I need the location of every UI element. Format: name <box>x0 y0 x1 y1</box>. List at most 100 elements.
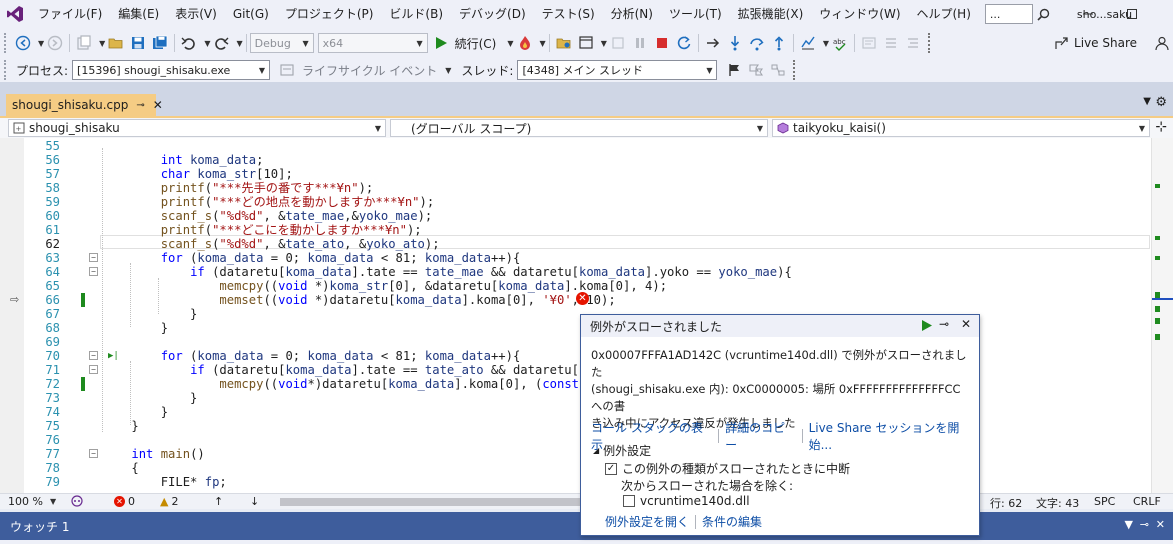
undo-icon[interactable] <box>178 32 200 54</box>
code-line[interactable]: 60 scanf_s("%d%d", &tate_mae,&yoko_mae); <box>0 209 1150 223</box>
spell-check-icon[interactable]: abc <box>829 32 851 54</box>
code-line[interactable]: 55 <box>0 139 1150 153</box>
line-ending-indicator[interactable]: CRLF <box>1133 495 1161 508</box>
pin-icon[interactable]: ⊸ <box>939 317 949 331</box>
zoom-select[interactable]: 100 % ▼ <box>8 495 56 508</box>
forward-icon[interactable] <box>44 32 66 54</box>
continue-play-icon[interactable] <box>921 319 933 332</box>
toolbar-grip[interactable] <box>4 60 12 80</box>
collapse-region-icon[interactable]: − <box>89 267 98 276</box>
toolbar-overflow-icon[interactable] <box>928 33 936 53</box>
menu-item[interactable]: Git(G) <box>225 0 277 28</box>
redo-dropdown-icon[interactable]: ▼ <box>236 39 242 48</box>
stop-debugging-icon[interactable] <box>651 32 673 54</box>
save-icon[interactable] <box>127 32 149 54</box>
panel-dropdown-icon[interactable]: ▼ <box>1125 518 1133 531</box>
code-line[interactable]: 65 memcpy((void *)koma_str[0], &dataretu… <box>0 279 1150 293</box>
lifecycle-events-label[interactable]: ライフサイクル イベント <box>298 62 441 79</box>
pin-icon[interactable]: ⊸ <box>136 100 144 111</box>
collapse-region-icon[interactable]: − <box>89 351 98 360</box>
back-icon[interactable] <box>12 32 34 54</box>
platform-select[interactable]: x64 ▼ <box>317 33 428 53</box>
next-issue-icon[interactable]: ↓ <box>250 495 259 508</box>
previous-issue-icon[interactable]: ↑ <box>214 495 223 508</box>
thread-select[interactable]: [4348] メイン スレッド ▼ <box>517 60 718 80</box>
menu-item[interactable]: 拡張機能(X) <box>730 0 812 28</box>
menu-item[interactable]: ファイル(F) <box>30 0 110 28</box>
menu-item[interactable]: ビルド(B) <box>381 0 451 28</box>
copy-details-link[interactable]: 詳細のコピー <box>725 419 795 453</box>
account-icon[interactable] <box>1151 32 1173 54</box>
minimize-icon[interactable] <box>1078 4 1098 24</box>
menu-item[interactable]: 編集(E) <box>110 0 167 28</box>
show-next-statement-icon[interactable] <box>702 32 724 54</box>
open-folder-icon[interactable] <box>105 32 127 54</box>
open-exception-settings-link[interactable]: 例外設定を開く <box>605 513 689 530</box>
menu-item[interactable]: ウィンドウ(W) <box>811 0 908 28</box>
toggle-breakpoint-icon[interactable] <box>858 32 880 54</box>
lifecycle-events-icon[interactable] <box>276 59 298 81</box>
close-panel-icon[interactable]: ✕ <box>1156 518 1165 531</box>
maximize-icon[interactable] <box>1122 4 1142 24</box>
gear-icon[interactable]: ⚙ <box>1155 95 1167 110</box>
except-module-checkbox[interactable] <box>623 495 635 507</box>
column-indicator[interactable]: 文字: 43 <box>1036 495 1079 511</box>
edit-conditions-link[interactable]: 条件の編集 <box>702 513 762 530</box>
menu-item[interactable]: デバッグ(D) <box>451 0 534 28</box>
show-flagged-threads-icon[interactable] <box>745 59 767 81</box>
collapse-region-icon[interactable]: − <box>89 253 98 262</box>
menu-item[interactable]: テスト(S) <box>534 0 603 28</box>
close-icon[interactable]: ✕ <box>961 317 971 331</box>
save-all-icon[interactable] <box>149 32 171 54</box>
code-line[interactable]: 59 printf("***どの地点を動かしますか***¥n"); <box>0 195 1150 209</box>
code-line[interactable]: 66 memset((void *)dataretu[koma_data].ko… <box>0 293 1150 307</box>
line-indicator[interactable]: 行: 62 <box>990 495 1022 511</box>
menu-item[interactable]: 分析(N) <box>603 0 661 28</box>
tab-shougi-shisaku-cpp[interactable]: shougi_shisaku.cpp ⊸ ✕ <box>6 94 163 116</box>
close-tab-icon[interactable]: ✕ <box>153 98 163 112</box>
hot-reload-dropdown-icon[interactable]: ▼ <box>540 39 546 48</box>
code-line[interactable]: 61 printf("***どこにを動かしますか***¥n"); <box>0 223 1150 237</box>
live-share-button[interactable]: Live Share <box>1054 32 1137 54</box>
except-module-row[interactable]: vcruntime140d.dll <box>623 494 750 508</box>
code-line[interactable]: 58 printf("***先手の番です***¥n"); <box>0 181 1150 195</box>
exception-settings-expander[interactable]: ◢ 例外設定 <box>593 442 651 459</box>
configuration-select[interactable]: Debug ▼ <box>249 33 314 53</box>
lifecycle-dropdown-icon[interactable]: ▼ <box>445 66 451 75</box>
code-line[interactable]: 63 − for (koma_data = 0; koma_data < 81; … <box>0 251 1150 265</box>
step-out-icon[interactable] <box>768 32 790 54</box>
break-when-thrown-checkbox[interactable]: ✓ <box>605 462 617 475</box>
collapse-region-icon[interactable]: − <box>89 365 98 374</box>
process-select[interactable]: [15396] shougi_shisaku.exe ▼ <box>72 60 271 80</box>
toolbar-overflow-icon[interactable] <box>793 60 801 80</box>
menu-item[interactable]: ツール(T) <box>661 0 730 28</box>
toolbar-grip[interactable] <box>4 33 12 53</box>
start-live-share-link[interactable]: Live Share セッションを開始... <box>809 419 979 453</box>
new-project-icon[interactable] <box>73 32 95 54</box>
search-input[interactable]: ... <box>984 4 1033 24</box>
code-line[interactable]: 56 int koma_data; <box>0 153 1150 167</box>
warning-count[interactable]: ▲ 2 <box>160 495 178 508</box>
project-select[interactable]: + shougi_shisaku ▼ <box>8 119 386 137</box>
flag-thread-icon[interactable] <box>723 59 745 81</box>
horizontal-scrollbar[interactable] <box>280 495 580 506</box>
code-line[interactable]: 64 − if (dataretu[koma_data].tate == tate… <box>0 265 1150 279</box>
uncomment-icon[interactable] <box>902 32 924 54</box>
tab-list-dropdown-icon[interactable]: ▼ <box>1143 96 1151 107</box>
search-icon[interactable] <box>1033 4 1055 24</box>
redo-icon[interactable] <box>210 32 232 54</box>
split-window-icon[interactable]: ⊹ <box>1155 119 1167 135</box>
copilot-icon[interactable] <box>70 495 84 507</box>
menu-item[interactable]: 表示(V) <box>167 0 225 28</box>
exception-error-icon[interactable]: ✕ <box>576 292 589 305</box>
code-line[interactable]: 62 scanf_s("%d%d", &tate_ato, &yoko_ato)… <box>0 237 1150 251</box>
vertical-scrollbar[interactable] <box>1151 138 1173 493</box>
spacing-indicator[interactable]: SPC <box>1094 495 1115 508</box>
collapse-region-icon[interactable]: − <box>89 449 98 458</box>
diagnostic-tools-icon[interactable] <box>797 32 819 54</box>
step-into-icon[interactable] <box>724 32 746 54</box>
pin-icon[interactable]: ⊸ <box>1140 518 1149 531</box>
menu-item[interactable]: ヘルプ(H) <box>909 0 979 28</box>
window-layout-icon[interactable] <box>575 32 597 54</box>
comment-icon[interactable] <box>880 32 902 54</box>
